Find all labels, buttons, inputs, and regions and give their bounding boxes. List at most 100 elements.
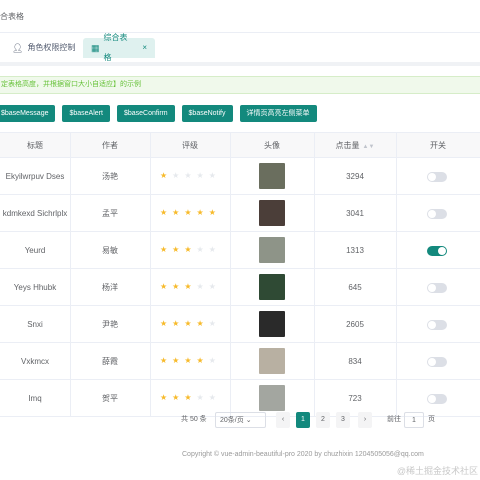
star-icon[interactable]: ★ bbox=[209, 394, 216, 402]
tab-label: 角色权限控制 bbox=[27, 43, 76, 52]
star-icon[interactable]: ★ bbox=[184, 357, 191, 365]
avatar-image[interactable] bbox=[259, 385, 285, 411]
close-icon[interactable]: × bbox=[142, 38, 147, 58]
toggle-switch[interactable] bbox=[427, 172, 447, 182]
star-icon[interactable]: ★ bbox=[172, 357, 179, 365]
cell-author: 杨洋 bbox=[102, 283, 118, 292]
star-icon[interactable]: ★ bbox=[160, 172, 167, 180]
goto-suffix: 页 bbox=[428, 416, 435, 423]
table-row: Yeurd 易敏 ★ ★ ★ ★ ★ 1313 bbox=[0, 232, 480, 269]
rating-stars[interactable]: ★ ★ ★ ★ ★ bbox=[160, 320, 216, 328]
watermark: @稀土掘金技术社区 bbox=[396, 466, 478, 476]
star-icon[interactable]: ★ bbox=[209, 357, 216, 365]
breadcrumb-label: 合表格 bbox=[0, 12, 24, 21]
page-button-3[interactable]: 3 bbox=[336, 412, 350, 428]
base-message-button[interactable]: $baseMessage bbox=[0, 105, 56, 122]
base-alert-button[interactable]: $baseAlert bbox=[62, 105, 110, 122]
rating-stars[interactable]: ★ ★ ★ ★ ★ bbox=[160, 172, 216, 180]
base-notify-button[interactable]: $baseNotify bbox=[181, 105, 233, 122]
star-icon[interactable]: ★ bbox=[197, 172, 204, 180]
star-icon[interactable]: ★ bbox=[172, 209, 179, 217]
star-icon[interactable]: ★ bbox=[197, 283, 204, 291]
page-size-select[interactable]: 20条/页 ⌄ bbox=[215, 412, 266, 428]
toggle-switch[interactable] bbox=[427, 320, 447, 330]
app-page: 合表格 👤︎ 角色权限控制 ▦ 综合表格 × 定表格高度，并根据窗口大小自适应】… bbox=[0, 0, 480, 480]
tab-comprehensive-table[interactable]: ▦ 综合表格 × bbox=[83, 33, 155, 62]
star-icon[interactable]: ★ bbox=[197, 209, 204, 217]
column-author: 作者 bbox=[102, 141, 118, 150]
star-icon[interactable]: ★ bbox=[197, 246, 204, 254]
avatar-image[interactable] bbox=[259, 200, 285, 226]
sort-icon[interactable]: ▲▼ bbox=[363, 144, 375, 150]
cell-author: 易敏 bbox=[102, 246, 118, 255]
star-icon[interactable]: ★ bbox=[160, 320, 167, 328]
star-icon[interactable]: ★ bbox=[209, 209, 216, 217]
star-icon[interactable]: ★ bbox=[160, 357, 167, 365]
star-icon[interactable]: ★ bbox=[184, 394, 191, 402]
star-icon[interactable]: ★ bbox=[209, 246, 216, 254]
copyright-text: Copyright © vue-admin-beautiful-pro 2020… bbox=[182, 451, 424, 458]
table-icon: ▦ bbox=[91, 43, 100, 53]
table-row: Ekyilwrpuv Dses 汤艳 ★ ★ ★ ★ ★ 3294 bbox=[0, 158, 480, 195]
star-icon[interactable]: ★ bbox=[172, 394, 179, 402]
star-icon[interactable]: ★ bbox=[197, 394, 204, 402]
star-icon[interactable]: ★ bbox=[197, 320, 204, 328]
star-icon[interactable]: ★ bbox=[184, 283, 191, 291]
rating-stars[interactable]: ★ ★ ★ ★ ★ bbox=[160, 246, 216, 254]
page-size-value: 20条/页 bbox=[220, 417, 244, 424]
rating-stars[interactable]: ★ ★ ★ ★ ★ bbox=[160, 209, 216, 217]
base-confirm-button[interactable]: $baseConfirm bbox=[116, 105, 175, 122]
rating-stars[interactable]: ★ ★ ★ ★ ★ bbox=[160, 283, 216, 291]
chevron-down-icon: ⌄ bbox=[245, 417, 252, 424]
star-icon[interactable]: ★ bbox=[209, 283, 216, 291]
tab-bar: 👤︎ 角色权限控制 ▦ 综合表格 × bbox=[0, 32, 480, 62]
star-icon[interactable]: ★ bbox=[184, 320, 191, 328]
star-icon[interactable]: ★ bbox=[184, 209, 191, 217]
toggle-switch[interactable] bbox=[427, 283, 447, 293]
star-icon[interactable]: ★ bbox=[160, 283, 167, 291]
avatar-image[interactable] bbox=[259, 311, 285, 337]
star-icon[interactable]: ★ bbox=[160, 246, 167, 254]
star-icon[interactable]: ★ bbox=[172, 246, 179, 254]
avatar-image[interactable] bbox=[259, 274, 285, 300]
breadcrumb: 合表格 bbox=[0, 0, 480, 32]
star-icon[interactable]: ★ bbox=[209, 320, 216, 328]
star-icon[interactable]: ★ bbox=[184, 172, 191, 180]
cell-title: Vxkmcx bbox=[21, 357, 49, 366]
main-content: 定表格高度，并根据窗口大小自适应】的示例 $baseMessage $baseA… bbox=[0, 66, 480, 480]
avatar-image[interactable] bbox=[259, 348, 285, 374]
avatar-image[interactable] bbox=[259, 163, 285, 189]
star-icon[interactable]: ★ bbox=[172, 320, 179, 328]
data-table: 标题 作者 评级 头像 点击量 ▲▼ 开关 Ekyilwrpuv Dses 汤艳 ★ ★… bbox=[0, 132, 480, 417]
tab-role-permission[interactable]: 👤︎ 角色权限控制 bbox=[4, 38, 83, 58]
column-clicks[interactable]: 点击量 ▲▼ bbox=[314, 133, 396, 159]
info-alert: 定表格高度，并根据窗口大小自适应】的示例 bbox=[0, 76, 480, 94]
rating-stars[interactable]: ★ ★ ★ ★ ★ bbox=[160, 357, 216, 365]
star-icon[interactable]: ★ bbox=[160, 209, 167, 217]
star-icon[interactable]: ★ bbox=[172, 283, 179, 291]
prev-page-button[interactable]: ‹ bbox=[276, 412, 290, 428]
cell-clicks: 1313 bbox=[346, 246, 364, 255]
page-button-2[interactable]: 2 bbox=[316, 412, 330, 428]
toggle-switch[interactable] bbox=[427, 209, 447, 219]
page-button-1[interactable]: 1 bbox=[296, 412, 310, 428]
table-row: Snxi 尹艳 ★ ★ ★ ★ ★ 2605 bbox=[0, 306, 480, 343]
star-icon[interactable]: ★ bbox=[172, 172, 179, 180]
star-icon[interactable]: ★ bbox=[197, 357, 204, 365]
cell-clicks: 3041 bbox=[346, 209, 364, 218]
table-row: kdmkexd Sichrlplx 孟平 ★ ★ ★ ★ ★ 3041 bbox=[0, 195, 480, 232]
goto-page-input[interactable]: 1 bbox=[404, 412, 424, 428]
toggle-switch[interactable] bbox=[427, 246, 447, 256]
next-page-button[interactable]: › bbox=[358, 412, 372, 428]
highlight-menu-button[interactable]: 详情页高亮左侧菜单 bbox=[239, 105, 317, 122]
toggle-switch[interactable] bbox=[427, 394, 447, 404]
rating-stars[interactable]: ★ ★ ★ ★ ★ bbox=[160, 394, 216, 402]
star-icon[interactable]: ★ bbox=[184, 246, 191, 254]
star-icon[interactable]: ★ bbox=[209, 172, 216, 180]
cell-author: 尹艳 bbox=[102, 320, 118, 329]
cell-author: 汤艳 bbox=[102, 172, 118, 181]
star-icon[interactable]: ★ bbox=[160, 394, 167, 402]
toggle-switch[interactable] bbox=[427, 357, 447, 367]
table-header: 标题 作者 评级 头像 点击量 ▲▼ 开关 bbox=[0, 132, 480, 158]
avatar-image[interactable] bbox=[259, 237, 285, 263]
